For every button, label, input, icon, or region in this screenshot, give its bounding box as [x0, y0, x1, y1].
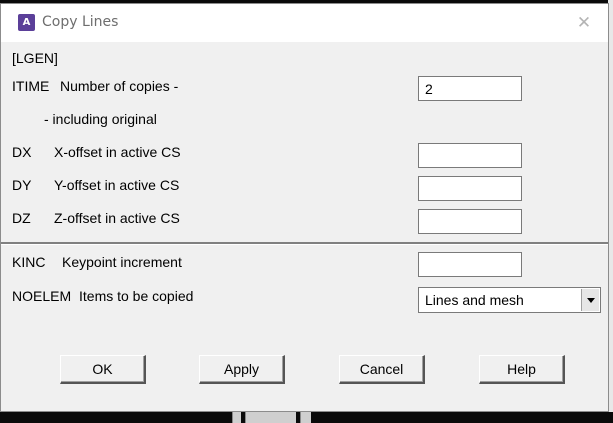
noelem-label: Items to be copied	[79, 288, 194, 304]
chevron-down-icon[interactable]	[581, 289, 599, 311]
itime-key: ITIME	[12, 78, 50, 94]
dx-key: DX	[12, 144, 32, 160]
noelem-select[interactable]: Lines and mesh	[418, 287, 601, 313]
itime-label: Number of copies -	[60, 78, 179, 94]
ok-button[interactable]: OK	[60, 355, 146, 384]
apply-button[interactable]: Apply	[199, 355, 285, 384]
noelem-selected-value: Lines and mesh	[425, 292, 524, 308]
cancel-button[interactable]: Cancel	[339, 355, 425, 384]
dz-input[interactable]	[418, 209, 522, 234]
dz-label: Z-offset in active CS	[54, 210, 180, 226]
dy-input[interactable]	[418, 176, 522, 201]
window-title: Copy Lines	[42, 14, 119, 30]
kinc-label: Keypoint increment	[62, 254, 182, 270]
command-label: [LGEN]	[12, 50, 58, 66]
section-divider	[1, 242, 608, 245]
dy-label: Y-offset in active CS	[54, 177, 180, 193]
dx-input[interactable]	[418, 143, 522, 168]
dy-key: DY	[12, 177, 32, 193]
noelem-key: NOELEM	[12, 288, 72, 304]
title-bar[interactable]: A Copy Lines ✕	[1, 4, 608, 42]
copy-lines-dialog: A Copy Lines ✕ [LGEN] ITIME Number of co…	[0, 3, 609, 412]
dz-key: DZ	[12, 210, 31, 226]
itime-sublabel: - including original	[44, 111, 157, 127]
app-icon: A	[18, 14, 35, 31]
help-button[interactable]: Help	[479, 355, 565, 384]
dx-label: X-offset in active CS	[54, 144, 181, 160]
itime-input[interactable]	[418, 76, 522, 101]
background-app-bottom	[0, 412, 613, 423]
kinc-input[interactable]	[418, 252, 522, 277]
close-icon[interactable]: ✕	[573, 12, 595, 34]
kinc-key: KINC	[12, 254, 46, 270]
